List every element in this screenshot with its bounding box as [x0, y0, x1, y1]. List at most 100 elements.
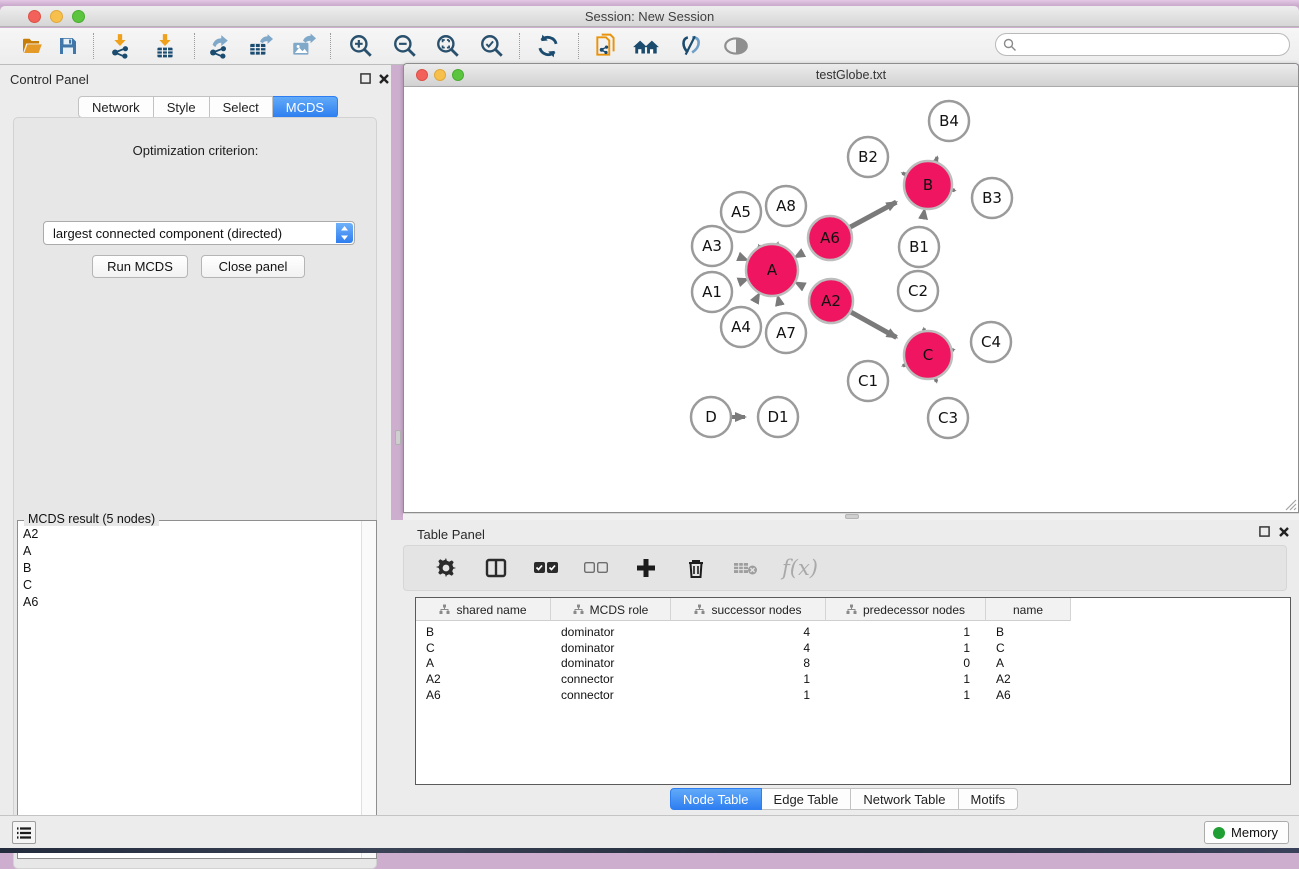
cell-name[interactable]: A2: [986, 671, 1071, 687]
table-row[interactable]: Adominator80A: [416, 655, 1071, 671]
criterion-dropdown[interactable]: largest connected component (directed): [43, 221, 355, 245]
result-item[interactable]: A: [18, 542, 360, 559]
delete-table-button[interactable]: [732, 554, 760, 582]
zoom-out-icon: [392, 33, 418, 59]
tab-network-table[interactable]: Network Table: [851, 788, 958, 810]
column-type-icon: [573, 604, 584, 615]
close-panel-button[interactable]: Close panel: [201, 255, 305, 278]
memory-button[interactable]: Memory: [1204, 821, 1289, 844]
tab-node-table[interactable]: Node Table: [670, 788, 762, 810]
tab-motifs[interactable]: Motifs: [959, 788, 1019, 810]
search-input[interactable]: [1020, 35, 1282, 54]
zoom-in-button[interactable]: [343, 31, 379, 61]
zoom-fit-button[interactable]: [430, 31, 466, 61]
select-all-button[interactable]: [532, 554, 560, 582]
show-column-panel-button[interactable]: [482, 554, 510, 582]
vertical-split-handle[interactable]: [395, 430, 401, 445]
deselect-all-button[interactable]: [582, 554, 610, 582]
cell-MCDS-role[interactable]: dominator: [551, 624, 671, 640]
cell-successor-nodes[interactable]: 4: [671, 624, 826, 640]
cell-name[interactable]: A: [986, 655, 1071, 671]
home-button[interactable]: [628, 31, 664, 61]
tab-mcds[interactable]: MCDS: [273, 96, 338, 118]
import-table-button[interactable]: [147, 31, 183, 61]
cell-predecessor-nodes[interactable]: 1: [826, 671, 986, 687]
cell-successor-nodes[interactable]: 8: [671, 655, 826, 671]
save-session-button[interactable]: [50, 31, 86, 61]
zoom-selected-button[interactable]: [474, 31, 510, 61]
memory-label: Memory: [1231, 825, 1278, 840]
result-item[interactable]: A2: [18, 525, 360, 542]
result-item[interactable]: A6: [18, 593, 360, 610]
close-panel-icon[interactable]: [378, 73, 390, 85]
result-scrollbar[interactable]: [361, 521, 376, 858]
cell-shared-name[interactable]: A6: [416, 687, 551, 703]
cell-successor-nodes[interactable]: 4: [671, 640, 826, 656]
network-graph-canvas[interactable]: AA1A2A3A4A5A6A7A8BB1B2B3B4CC1C2C3C4DD1: [404, 87, 1298, 512]
result-item[interactable]: C: [18, 576, 360, 593]
show-panels-button[interactable]: [12, 821, 36, 844]
open-file-button[interactable]: [14, 31, 50, 61]
function-builder-button[interactable]: f(x): [782, 556, 818, 580]
clone-network-button[interactable]: [588, 31, 624, 61]
memory-status-icon: [1213, 827, 1225, 839]
table-settings-button[interactable]: [432, 554, 460, 582]
cell-shared-name[interactable]: A2: [416, 671, 551, 687]
close-panel-icon[interactable]: [1278, 526, 1290, 538]
cell-name[interactable]: C: [986, 640, 1071, 656]
cell-predecessor-nodes[interactable]: 1: [826, 640, 986, 656]
save-session-icon: [56, 34, 80, 58]
table-row[interactable]: Cdominator41C: [416, 640, 1071, 656]
hide-labels-button[interactable]: [672, 31, 708, 61]
cell-shared-name[interactable]: C: [416, 640, 551, 656]
cell-predecessor-nodes[interactable]: 1: [826, 687, 986, 703]
tab-select[interactable]: Select: [210, 96, 273, 118]
birdseye-button[interactable]: [718, 31, 754, 61]
column-header-shared-name[interactable]: shared name: [416, 598, 551, 621]
cell-MCDS-role[interactable]: dominator: [551, 640, 671, 656]
export-network-button[interactable]: [200, 31, 236, 61]
import-network-button[interactable]: [102, 31, 138, 61]
cell-MCDS-role[interactable]: connector: [551, 671, 671, 687]
cell-predecessor-nodes[interactable]: 1: [826, 624, 986, 640]
float-panel-icon[interactable]: [1259, 526, 1270, 537]
window-resize-grip[interactable]: [1284, 498, 1297, 511]
zoom-out-button[interactable]: [387, 31, 423, 61]
cell-successor-nodes[interactable]: 1: [671, 687, 826, 703]
export-image-button[interactable]: [285, 31, 321, 61]
refresh-button[interactable]: [530, 31, 566, 61]
control-panel-tabs: NetworkStyleSelectMCDS: [78, 96, 338, 118]
edge-B-B2: [902, 173, 905, 174]
export-table-button[interactable]: [242, 31, 278, 61]
open-file-icon: [19, 34, 45, 58]
column-header-MCDS-role[interactable]: MCDS role: [551, 598, 671, 621]
run-mcds-button[interactable]: Run MCDS: [92, 255, 188, 278]
float-panel-icon[interactable]: [360, 73, 371, 84]
horizontal-split-handle[interactable]: [845, 514, 859, 519]
tab-edge-table[interactable]: Edge Table: [762, 788, 852, 810]
tab-network[interactable]: Network: [78, 96, 154, 118]
node-label-A: A: [767, 261, 778, 279]
cell-shared-name[interactable]: B: [416, 624, 551, 640]
cell-name[interactable]: B: [986, 624, 1071, 640]
create-column-button[interactable]: [632, 554, 660, 582]
cell-predecessor-nodes[interactable]: 0: [826, 655, 986, 671]
result-item[interactable]: B: [18, 559, 360, 576]
cell-MCDS-role[interactable]: connector: [551, 687, 671, 703]
zoom-in-icon: [348, 33, 374, 59]
column-header-name[interactable]: name: [986, 598, 1071, 621]
column-header-successor-nodes[interactable]: successor nodes: [671, 598, 826, 621]
cell-MCDS-role[interactable]: dominator: [551, 655, 671, 671]
column-header-predecessor-nodes[interactable]: predecessor nodes: [826, 598, 986, 621]
table-row[interactable]: Bdominator41B: [416, 624, 1071, 640]
main-titlebar: Session: New Session: [0, 6, 1299, 27]
node-label-C2: C2: [908, 282, 928, 300]
delete-column-button[interactable]: [682, 554, 710, 582]
cell-shared-name[interactable]: A: [416, 655, 551, 671]
cell-successor-nodes[interactable]: 1: [671, 671, 826, 687]
tab-style[interactable]: Style: [154, 96, 210, 118]
table-row[interactable]: A6connector11A6: [416, 687, 1071, 703]
cell-name[interactable]: A6: [986, 687, 1071, 703]
table-row[interactable]: A2connector11A2: [416, 671, 1071, 687]
edge-A6-B: [850, 202, 896, 227]
